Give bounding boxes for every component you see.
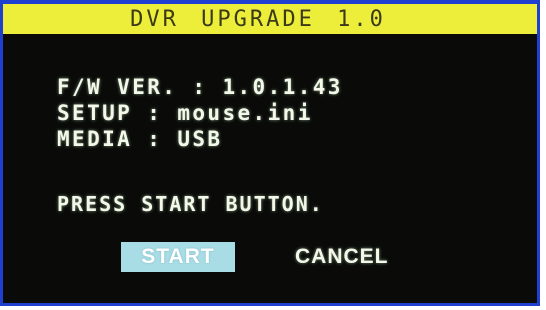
dialog-body: F/W VER. : 1.0.1.43 SETUP : mouse.ini ME… — [3, 34, 537, 303]
info-block: F/W VER. : 1.0.1.43 SETUP : mouse.ini ME… — [57, 74, 343, 152]
title-bar: DVR UPGRADE 1.0 — [3, 4, 537, 34]
dialog-title: DVR UPGRADE 1.0 — [130, 6, 386, 32]
instruction-prompt: PRESS START BUTTON. — [57, 192, 324, 216]
setup-file-line: SETUP : mouse.ini — [57, 101, 313, 125]
media-line: MEDIA : USB — [57, 127, 223, 151]
dvr-upgrade-dialog: DVR UPGRADE 1.0 F/W VER. : 1.0.1.43 SETU… — [0, 0, 540, 306]
firmware-version-line: F/W VER. : 1.0.1.43 — [57, 75, 343, 99]
cancel-button[interactable]: CANCEL — [295, 242, 389, 272]
start-button[interactable]: START — [121, 242, 235, 272]
